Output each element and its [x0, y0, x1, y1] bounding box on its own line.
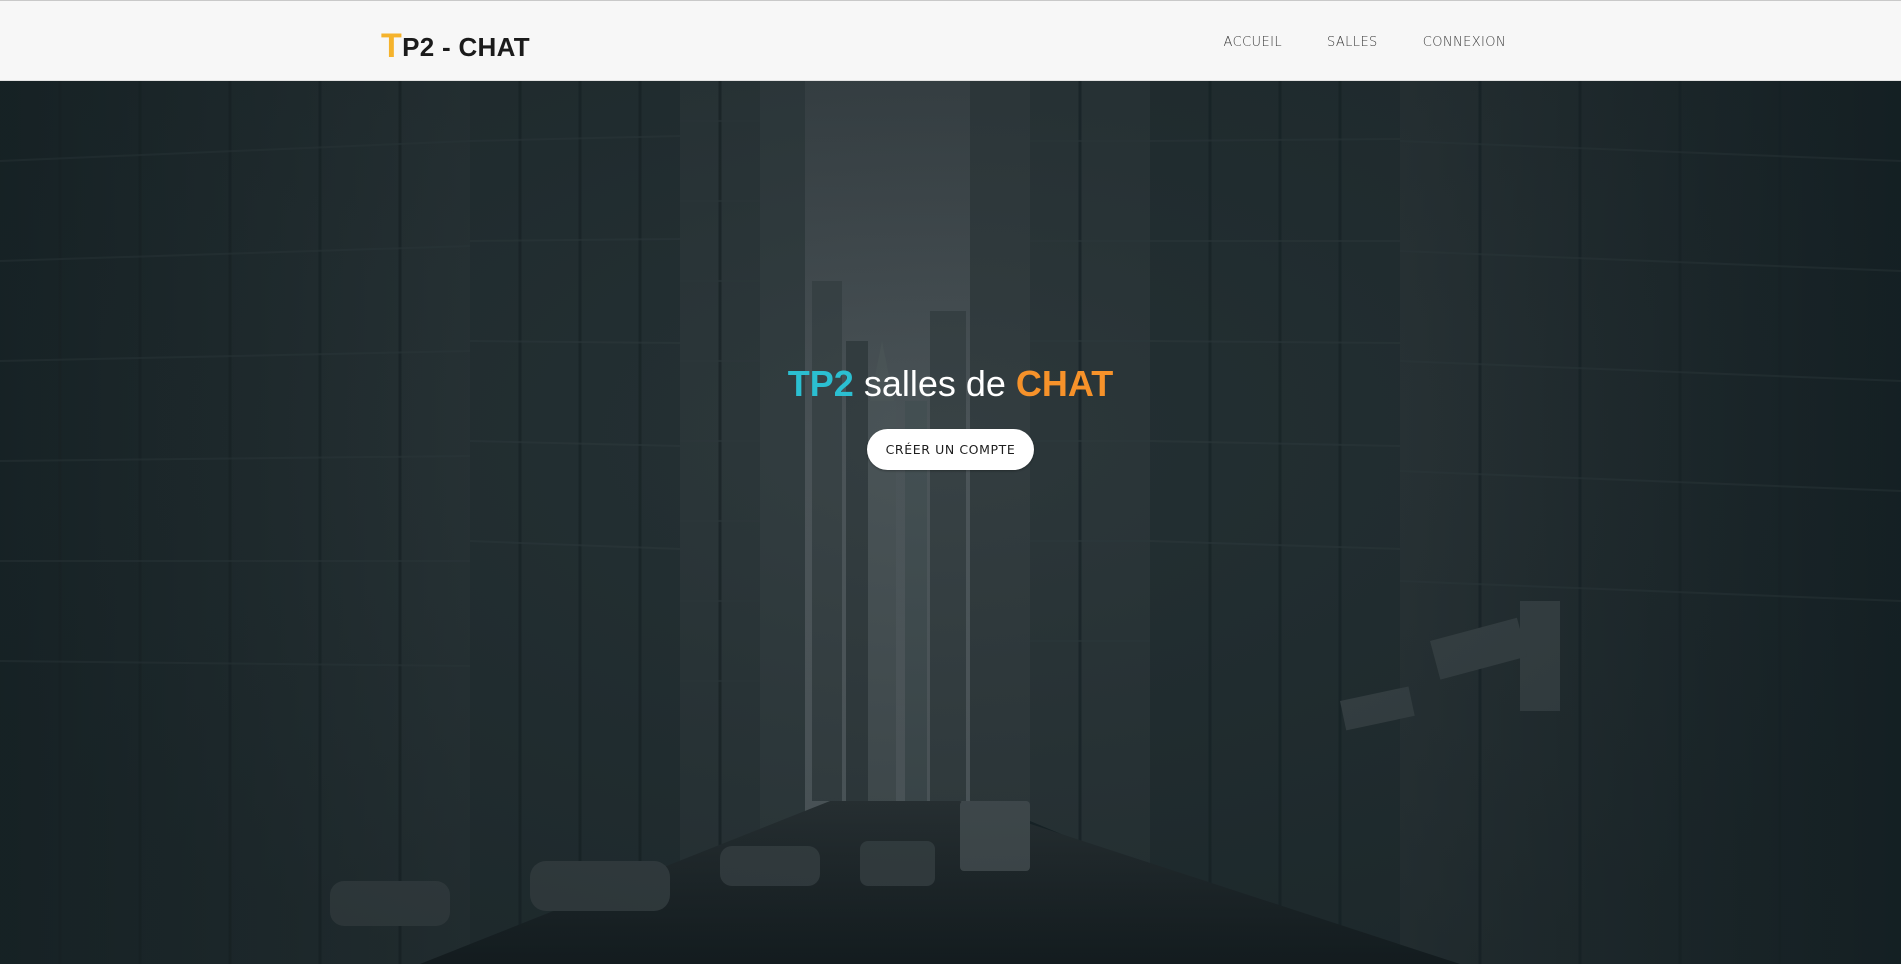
brand-logo[interactable]: T P2 - CHAT	[381, 23, 530, 63]
brand-first-letter: T	[381, 27, 403, 65]
nav-link-salles[interactable]: SALLES	[1327, 31, 1378, 54]
hero-title-middle: salles de	[853, 363, 1016, 404]
hero-section: TP2 salles de CHAT CRÉER UN COMPTE	[0, 81, 1901, 964]
nav-link-accueil[interactable]: ACCUEIL	[1224, 31, 1282, 54]
page: T P2 - CHAT ACCUEIL SALLES CONNEXION TP2…	[0, 0, 1901, 964]
hero-background-image	[0, 81, 1901, 964]
hero-content: TP2 salles de CHAT CRÉER UN COMPTE	[0, 356, 1901, 470]
brand-name: P2 - CHAT	[402, 32, 530, 62]
navbar: T P2 - CHAT ACCUEIL SALLES CONNEXION	[0, 0, 1901, 81]
create-account-button[interactable]: CRÉER UN COMPTE	[866, 429, 1035, 470]
main-nav: ACCUEIL SALLES CONNEXION	[1179, 31, 1506, 54]
hero-title-tp2: TP2	[787, 363, 854, 404]
hero-title-chat: CHAT	[1015, 363, 1114, 404]
nav-link-connexion[interactable]: CONNEXION	[1423, 31, 1506, 54]
hero-title: TP2 salles de CHAT	[0, 356, 1901, 412]
